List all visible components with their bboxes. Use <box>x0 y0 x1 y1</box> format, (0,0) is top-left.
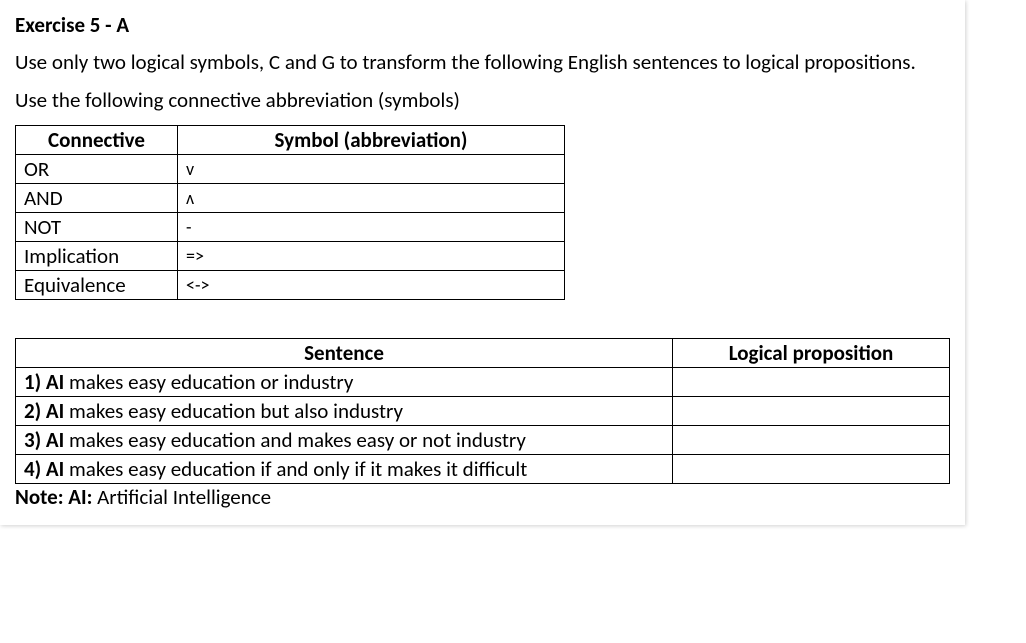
intro-paragraph-2: Use the following connective abbreviatio… <box>15 86 950 114</box>
connective-cell: AND <box>16 183 178 212</box>
symbol-cell: v <box>178 154 565 183</box>
symbol-cell: <-> <box>178 270 565 299</box>
sentence-text: makes easy education but also industry <box>64 398 403 424</box>
sentence-num: 4) AI <box>24 456 64 482</box>
table-row: 1) AI makes easy education or industry <box>16 367 950 396</box>
proposition-cell <box>673 396 950 425</box>
proposition-cell <box>673 367 950 396</box>
note-text: Artificial Intelligence <box>92 484 271 510</box>
connective-cell: Equivalence <box>16 270 178 299</box>
sentence-cell: 4) AI makes easy education if and only i… <box>16 454 673 483</box>
sentence-cell: 1) AI makes easy education or industry <box>16 367 673 396</box>
symbol-cell: => <box>178 241 565 270</box>
document-page: Exercise 5 - A Use only two logical symb… <box>0 0 965 525</box>
symbol-header: Symbol (abbreviation) <box>178 125 565 154</box>
table-row: OR v <box>16 154 565 183</box>
note-line: Note: AI: Artificial Intelligence <box>15 484 950 510</box>
sentence-text: makes easy education if and only if it m… <box>64 456 527 482</box>
exercise-title: Exercise 5 - A <box>15 12 950 38</box>
table-row: Implication => <box>16 241 565 270</box>
sentence-text: makes easy education and makes easy or n… <box>64 427 526 453</box>
table-row: AND ʌ <box>16 183 565 212</box>
sentence-header: Sentence <box>16 338 673 367</box>
table-row: 4) AI makes easy education if and only i… <box>16 454 950 483</box>
proposition-header: Logical proposition <box>673 338 950 367</box>
connectives-table: Connective Symbol (abbreviation) OR v AN… <box>15 125 565 300</box>
connective-cell: NOT <box>16 212 178 241</box>
sentence-cell: 3) AI makes easy education and makes eas… <box>16 425 673 454</box>
table-row: Equivalence <-> <box>16 270 565 299</box>
symbol-cell: ʌ <box>178 183 565 212</box>
sentence-text: makes easy education or industry <box>64 369 353 395</box>
proposition-cell <box>673 454 950 483</box>
sentence-num: 3) AI <box>24 427 64 453</box>
table-row: 2) AI makes easy education but also indu… <box>16 396 950 425</box>
sentence-cell: 2) AI makes easy education but also indu… <box>16 396 673 425</box>
proposition-cell <box>673 425 950 454</box>
note-label: Note: AI: <box>15 484 92 510</box>
intro-paragraph-1: Use only two logical symbols, C and G to… <box>15 48 950 76</box>
symbol-cell: - <box>178 212 565 241</box>
sentence-num: 2) AI <box>24 398 64 424</box>
connective-header: Connective <box>16 125 178 154</box>
sentences-table: Sentence Logical proposition 1) AI makes… <box>15 338 950 484</box>
connective-cell: OR <box>16 154 178 183</box>
connective-cell: Implication <box>16 241 178 270</box>
table-row: NOT - <box>16 212 565 241</box>
sentence-num: 1) AI <box>24 369 64 395</box>
table-row: 3) AI makes easy education and makes eas… <box>16 425 950 454</box>
